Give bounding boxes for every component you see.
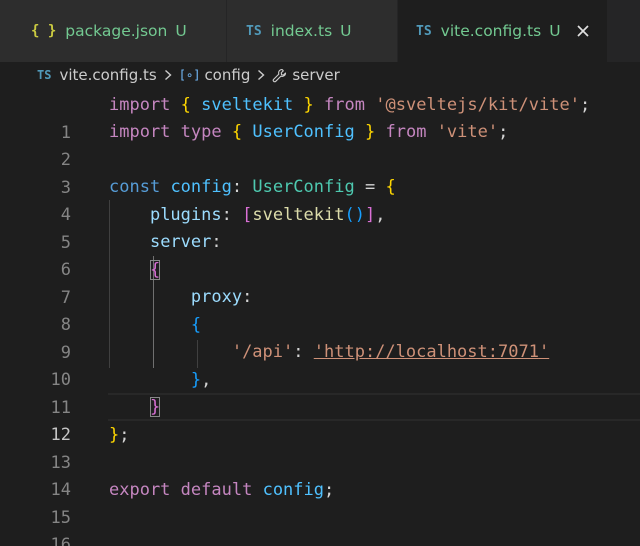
typescript-file-icon: TS	[246, 23, 262, 39]
line-content: const config: UserConfig = {	[109, 177, 396, 197]
typescript-file-icon: TS	[416, 23, 432, 39]
code-line: 7 {	[0, 256, 640, 308]
breadcrumb-variable[interactable]: [∘] config	[179, 66, 251, 84]
line-content: import { sveltekit } from '@sveltejs/kit…	[109, 95, 591, 115]
tab-vite-config-ts[interactable]: TS vite.config.ts U	[398, 0, 608, 62]
line-content: {	[109, 256, 161, 284]
code-line: 10 '/api': 'http://localhost:7071'	[0, 338, 640, 390]
tab-label: index.ts	[270, 22, 333, 40]
line-content: import type { UserConfig } from 'vite';	[109, 122, 509, 142]
code-line: 5 plugins: [sveltekit()],	[0, 201, 640, 253]
typescript-file-icon: TS	[37, 68, 52, 82]
code-line: 8 proxy:	[0, 283, 640, 335]
bracket-match-open: {	[149, 260, 161, 280]
variable-icon: [∘]	[178, 68, 201, 82]
current-line: 12 }	[0, 393, 640, 445]
code-line: 13 };	[0, 421, 640, 473]
tab-git-status: U	[175, 22, 187, 40]
tab-git-status: U	[549, 22, 561, 40]
line-content: proxy:	[190, 287, 253, 307]
chevron-right-icon	[164, 69, 172, 81]
tab-bar: { } package.json U TS index.ts U TS vite…	[0, 0, 640, 62]
breadcrumb-file-label: vite.config.ts	[59, 66, 157, 84]
tab-package-json[interactable]: { } package.json U	[0, 0, 227, 62]
code-line: 11 },	[0, 366, 640, 418]
code-line: 3	[0, 146, 640, 198]
chevron-right-icon	[257, 69, 265, 81]
line-content: },	[190, 370, 212, 390]
tab-label: package.json	[65, 22, 168, 40]
code-line: 2 import type { UserConfig } from 'vite'…	[0, 118, 640, 170]
line-content: {	[190, 315, 202, 335]
line-content: server:	[149, 232, 222, 252]
code-line: 16	[0, 503, 640, 546]
line-content: plugins: [sveltekit()],	[149, 205, 386, 225]
code-area[interactable]: 1 import { sveltekit } from '@sveltejs/k…	[0, 88, 640, 546]
url-link[interactable]: 'http://localhost:7071'	[314, 342, 549, 362]
line-content: }	[109, 393, 161, 421]
code-line: 9 {	[0, 311, 640, 363]
tab-git-status: U	[340, 22, 352, 40]
code-line: 15 export default config;	[0, 476, 640, 528]
json-file-icon: { }	[31, 23, 57, 39]
line-content: };	[109, 425, 130, 445]
code-line: 14	[0, 448, 640, 500]
code-line: 6 server:	[0, 228, 640, 280]
close-icon[interactable]	[573, 21, 593, 41]
breadcrumb-property-label: server	[292, 66, 340, 84]
tab-index-ts[interactable]: TS index.ts U	[227, 0, 398, 62]
wrench-icon	[272, 68, 287, 83]
breadcrumb-variable-label: config	[204, 66, 251, 84]
bracket-match-close: }	[149, 397, 161, 417]
code-line: 1 import { sveltekit } from '@sveltejs/k…	[0, 91, 640, 143]
code-line: 4 const config: UserConfig = {	[0, 173, 640, 225]
tab-label: vite.config.ts	[440, 22, 542, 40]
line-content: export default config;	[109, 480, 335, 500]
line-content: '/api': 'http://localhost:7071'	[231, 342, 550, 362]
breadcrumb: TS vite.config.ts [∘] config server	[0, 62, 640, 88]
breadcrumb-file[interactable]: TS vite.config.ts	[37, 66, 157, 84]
code-editor: { } package.json U TS index.ts U TS vite…	[0, 0, 640, 546]
breadcrumb-property[interactable]: server	[272, 66, 340, 84]
line-number: 16	[50, 535, 71, 546]
